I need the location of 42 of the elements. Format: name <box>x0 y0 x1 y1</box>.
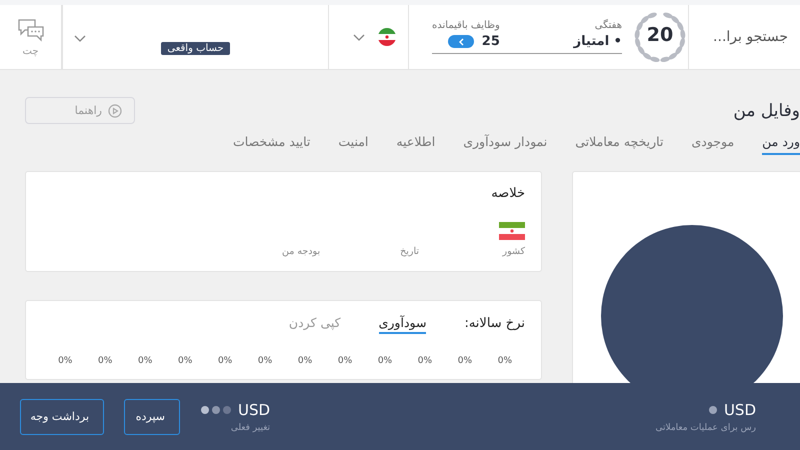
chat-label: چت <box>22 46 39 56</box>
percent-value: 0% <box>418 356 432 366</box>
period-label: هفتگی <box>594 20 622 31</box>
tab[interactable]: تایید مشخصات <box>233 134 310 155</box>
tasks-count: 25 <box>482 34 500 49</box>
account-badge: حساب واقعی <box>161 42 230 54</box>
tab[interactable]: نمودار سودآوری <box>463 134 548 155</box>
percent-value: 0% <box>458 356 472 366</box>
balance-caption: رس برای عملیات معاملاتی <box>655 422 756 432</box>
percent-value: 0% <box>298 356 312 366</box>
field-label: تاریخ <box>400 246 419 257</box>
tab[interactable]: امنیت <box>338 134 368 155</box>
score-value: 20 <box>646 24 674 46</box>
currency-value: USD <box>238 400 270 418</box>
percent-value: 0% <box>258 356 272 366</box>
field-label: بودجه من <box>282 246 320 257</box>
tasks-label: وظایف باقیمانده <box>432 20 500 31</box>
percent-value: 0% <box>498 356 512 366</box>
tab[interactable]: تاریخچه معاملاتی <box>575 134 664 155</box>
tab[interactable]: کپی کردن <box>288 315 341 334</box>
percent-value: 0% <box>178 356 192 366</box>
percent-value: 0% <box>218 356 232 366</box>
search-field[interactable]: جستجو برا... <box>688 5 800 69</box>
tab[interactable]: سودآوری <box>378 315 426 334</box>
action-button[interactable]: سپرده <box>124 398 180 434</box>
tab[interactable]: اطلاعیه <box>396 134 436 155</box>
percent-value: 0% <box>338 356 352 366</box>
percent-value: 0% <box>98 356 112 366</box>
tab[interactable]: موجودی <box>691 134 734 155</box>
tab[interactable]: ورد من <box>762 134 800 155</box>
percent-value: 0% <box>58 356 72 366</box>
percent-value: 0% <box>378 356 392 366</box>
page-title: وفایل من <box>733 100 800 120</box>
card-title: خلاصه <box>490 186 525 201</box>
balance-caption: تغییر فعلی <box>230 422 270 432</box>
percent-value: 0% <box>138 356 152 366</box>
action-button[interactable]: برداشت وجه <box>20 398 104 434</box>
points-label: • امتیاز <box>574 34 622 49</box>
field-label: کشور <box>502 246 525 257</box>
guide-button[interactable]: راهنما <box>25 97 135 124</box>
rate-label: نرخ سالانه: <box>464 316 525 331</box>
currency-value: USD <box>724 400 756 418</box>
